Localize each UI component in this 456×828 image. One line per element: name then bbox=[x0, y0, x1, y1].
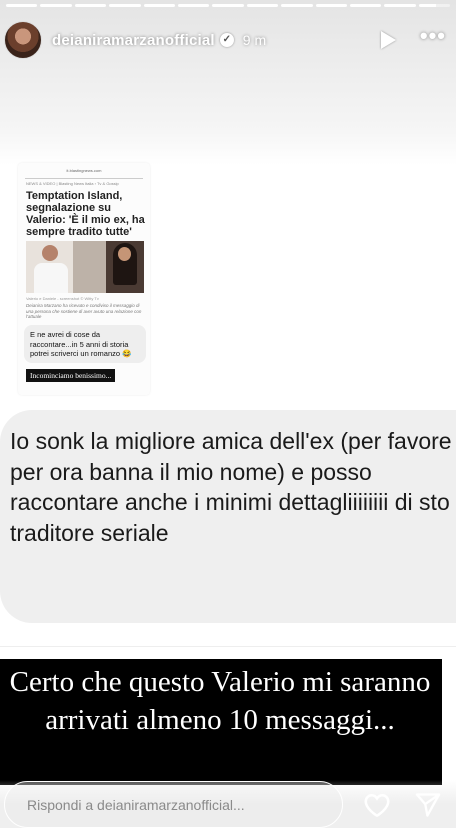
progress-segment bbox=[109, 4, 141, 7]
message-bubble: Io sonk la migliore amica dell'ex (per f… bbox=[0, 410, 456, 623]
divider bbox=[0, 646, 456, 647]
progress-segment bbox=[384, 4, 416, 7]
article-title: Temptation Island, segnalazione su Valer… bbox=[26, 190, 145, 238]
story-progress-bar bbox=[6, 4, 451, 7]
play-icon[interactable] bbox=[380, 31, 396, 49]
progress-segment bbox=[212, 4, 244, 7]
avatar[interactable] bbox=[4, 21, 42, 59]
progress-segment bbox=[246, 4, 279, 7]
username[interactable]: deianiramarzanofficial bbox=[52, 32, 215, 49]
progress-segment bbox=[315, 4, 347, 7]
article-breadcrumb: NEWS & VIDEO | Blasting News Italia › Tv… bbox=[26, 181, 119, 186]
article-photo bbox=[26, 241, 144, 293]
progress-segment bbox=[74, 4, 107, 7]
story-time: 9 m bbox=[242, 32, 267, 48]
progress-segment bbox=[349, 4, 382, 7]
article-url: it.blastingnews.com bbox=[66, 168, 102, 173]
article-summary: Deianira Marzano ha ricevuto e condiviso… bbox=[26, 303, 142, 319]
send-icon[interactable] bbox=[413, 791, 443, 819]
progress-segment bbox=[143, 4, 175, 7]
article-tag: Incominciamo benissimo... bbox=[26, 369, 116, 382]
more-icon[interactable]: ••• bbox=[420, 25, 446, 47]
progress-segment bbox=[177, 4, 210, 7]
article-photo-caption: Valerio e Daniele - screenshot © Witty T… bbox=[26, 296, 99, 301]
article-divider bbox=[25, 178, 143, 179]
verified-badge-icon: ✓ bbox=[219, 33, 234, 47]
article-reply-bubble: E ne avrei di cose da raccontare...in 5 … bbox=[24, 325, 146, 363]
message-text: Io sonk la migliore amica dell'ex (per f… bbox=[10, 428, 452, 546]
reply-input[interactable] bbox=[4, 781, 343, 828]
heart-icon[interactable] bbox=[362, 790, 392, 820]
progress-segment-current bbox=[418, 4, 451, 7]
article-screenshot: it.blastingnews.com NEWS & VIDEO | Blast… bbox=[18, 163, 150, 395]
progress-segment bbox=[281, 4, 313, 7]
story-header: deianiramarzanofficial ✓ 9 m ••• bbox=[0, 18, 456, 62]
progress-segment bbox=[6, 4, 38, 7]
story-caption: Certo che questo Valerio mi saranno arri… bbox=[9, 666, 431, 736]
progress-segment bbox=[40, 4, 72, 7]
